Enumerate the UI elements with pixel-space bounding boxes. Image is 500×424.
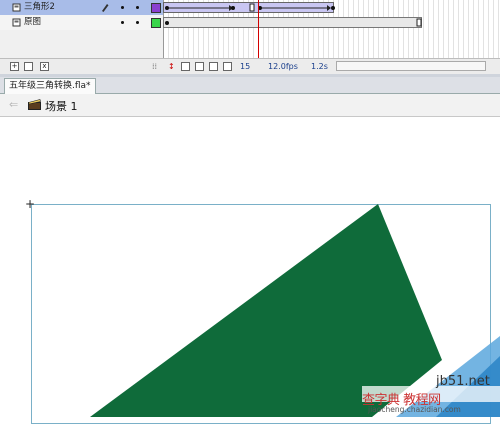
watermark-domain: jb51.net bbox=[436, 374, 490, 389]
watermark-url: jiaocheng.chazidian.com bbox=[368, 405, 461, 414]
